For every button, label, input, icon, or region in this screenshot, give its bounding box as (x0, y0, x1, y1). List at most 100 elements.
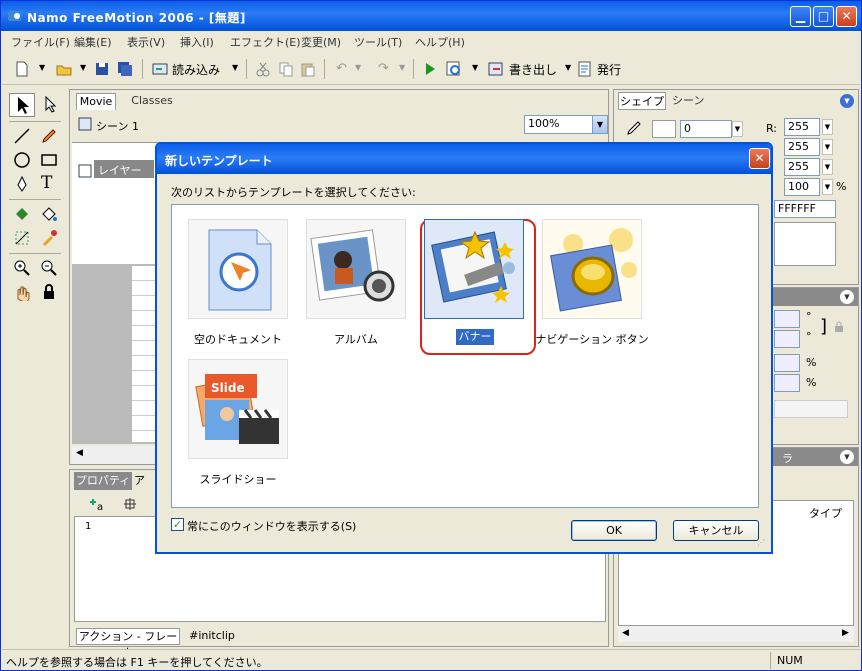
tab-initclip[interactable]: #initclip (182, 628, 242, 645)
resize-grip-icon[interactable]: ⋰ (757, 538, 769, 550)
library-scrollbar[interactable]: ◀ ▶ (618, 626, 854, 642)
hand-tool-icon[interactable] (13, 283, 31, 301)
library-collapse-icon[interactable]: ▼ (840, 450, 854, 464)
selection-tool[interactable] (9, 93, 35, 117)
hex-field[interactable]: FFFFFF (774, 200, 836, 218)
tab-properties[interactable]: プロパティ (74, 472, 132, 490)
find-icon[interactable] (122, 496, 138, 512)
menu-effect[interactable]: エフェクト(E) (230, 34, 301, 50)
template-album[interactable]: アルバム (290, 205, 408, 355)
stroke-width-field[interactable]: 0 (680, 120, 732, 138)
text-tool-icon[interactable]: T (41, 173, 52, 193)
minimize-button[interactable]: ▁ (790, 6, 811, 27)
publish-icon[interactable] (577, 61, 593, 77)
transform-collapse-icon[interactable]: ▼ (840, 290, 854, 304)
alpha-dropdown-icon[interactable]: ▼ (822, 179, 833, 195)
green-dropdown-icon[interactable]: ▼ (822, 139, 833, 155)
menu-tools[interactable]: ツール(T) (354, 34, 402, 50)
show-dialog-checkbox[interactable]: ✓ (171, 518, 184, 531)
save-all-icon[interactable] (117, 61, 133, 77)
zoom-select[interactable]: 100% (524, 115, 594, 134)
cancel-button[interactable]: キャンセル (673, 520, 759, 541)
open-dropdown-icon[interactable]: ▼ (80, 63, 86, 72)
add-action-icon[interactable]: a (88, 496, 106, 512)
red-field[interactable]: 255 (784, 118, 820, 136)
paste-icon[interactable] (300, 61, 316, 77)
close-button[interactable]: ✕ (836, 6, 857, 27)
line-tool-icon[interactable] (13, 127, 31, 145)
template-navigation-button[interactable]: ナビゲーション ボタン (526, 205, 649, 355)
publish-button[interactable]: 発行 (597, 61, 621, 78)
ok-button[interactable]: OK (571, 520, 657, 541)
scene-label[interactable]: シーン 1 (96, 118, 139, 134)
import-icon[interactable] (152, 61, 168, 77)
alpha-field[interactable]: 100 (784, 178, 820, 196)
library-scroll-right-icon[interactable]: ▶ (842, 628, 849, 638)
menu-help[interactable]: ヘルプ(H) (415, 34, 465, 50)
export-icon[interactable] (488, 61, 504, 77)
cut-icon[interactable] (255, 61, 271, 77)
rectangle-tool-icon[interactable] (40, 151, 58, 169)
title-bar[interactable]: Namo FreeMotion 2006 - [無題] ▁ □ ✕ (1, 1, 861, 31)
transform-select[interactable] (774, 400, 848, 418)
stroke-width-dropdown-icon[interactable]: ▼ (732, 121, 743, 137)
tab-classes[interactable]: Classes (122, 93, 182, 110)
library-tab[interactable]: ラ (782, 450, 793, 466)
undo-icon[interactable]: ↶ (336, 61, 347, 76)
dialog-title-bar[interactable]: 新しいテンプレート ✕ (157, 144, 771, 174)
dialog-close-button[interactable]: ✕ (749, 148, 770, 169)
blue-dropdown-icon[interactable]: ▼ (822, 159, 833, 175)
constrain-lock-icon[interactable] (832, 320, 846, 334)
play-icon[interactable] (422, 61, 438, 77)
template-banner[interactable]: バナー (408, 205, 526, 355)
tab-action-frame[interactable]: アクション - フレーム (76, 628, 180, 659)
undo-dropdown-icon[interactable]: ▼ (355, 63, 361, 72)
menu-view[interactable]: 表示(V) (127, 34, 165, 50)
save-icon[interactable] (94, 61, 110, 77)
copy-icon[interactable] (278, 61, 294, 77)
menu-insert[interactable]: 挿入(I) (180, 34, 214, 50)
skew-field[interactable] (774, 330, 800, 348)
paint-bucket-icon[interactable] (40, 205, 58, 223)
ink-bottle-icon[interactable] (13, 205, 31, 223)
menu-file[interactable]: ファイル(F) (11, 34, 70, 50)
ellipse-tool-icon[interactable] (13, 151, 31, 169)
export-button[interactable]: 書き出し (509, 61, 557, 78)
redo-icon[interactable]: ↷ (378, 61, 389, 76)
new-file-icon[interactable] (14, 61, 30, 77)
template-slideshow[interactable]: Slide スライドショー (172, 345, 290, 495)
red-dropdown-icon[interactable]: ▼ (822, 119, 833, 135)
new-dropdown-icon[interactable]: ▼ (39, 63, 45, 72)
scroll-left-icon[interactable]: ◀ (76, 448, 83, 458)
tab-movie[interactable]: Movie (76, 93, 116, 110)
menu-edit[interactable]: 編集(E) (74, 34, 112, 50)
scale-y-field[interactable] (774, 374, 800, 392)
library-scroll-left-icon[interactable]: ◀ (622, 628, 629, 638)
export-dropdown-icon[interactable]: ▼ (565, 63, 571, 72)
blue-field[interactable]: 255 (784, 158, 820, 176)
redo-dropdown-icon[interactable]: ▼ (399, 63, 405, 72)
template-blank-document[interactable]: 空のドキュメント (172, 205, 290, 355)
transform-tool-icon[interactable] (13, 229, 31, 247)
subselect-tool-icon[interactable] (41, 95, 61, 115)
pencil-tool-icon[interactable] (40, 127, 58, 145)
eyedropper-icon[interactable] (40, 229, 58, 247)
preview-dropdown-icon[interactable]: ▼ (472, 63, 478, 72)
tab-scene[interactable]: シーン (672, 92, 712, 110)
zoom-dropdown-icon[interactable]: ▼ (592, 115, 608, 134)
pen-tool-icon[interactable] (13, 175, 31, 193)
stroke-pencil-icon[interactable] (626, 120, 642, 136)
zoom-out-icon[interactable] (40, 259, 58, 277)
import-button[interactable]: 読み込み (172, 61, 220, 78)
panel-collapse-icon[interactable]: ▼ (840, 94, 854, 108)
stroke-color-swatch[interactable] (652, 120, 676, 138)
preview-icon[interactable] (446, 61, 462, 77)
tab-actions[interactable]: ア (134, 472, 154, 490)
menu-modify[interactable]: 変更(M) (301, 34, 341, 50)
scale-x-field[interactable] (774, 354, 800, 372)
layer-row[interactable]: レイヤー 1 (94, 160, 154, 191)
open-folder-icon[interactable] (56, 61, 72, 77)
type-column-header[interactable]: タイプ (809, 505, 842, 521)
lock-icon[interactable] (40, 283, 58, 301)
import-dropdown-icon[interactable]: ▼ (232, 63, 238, 72)
